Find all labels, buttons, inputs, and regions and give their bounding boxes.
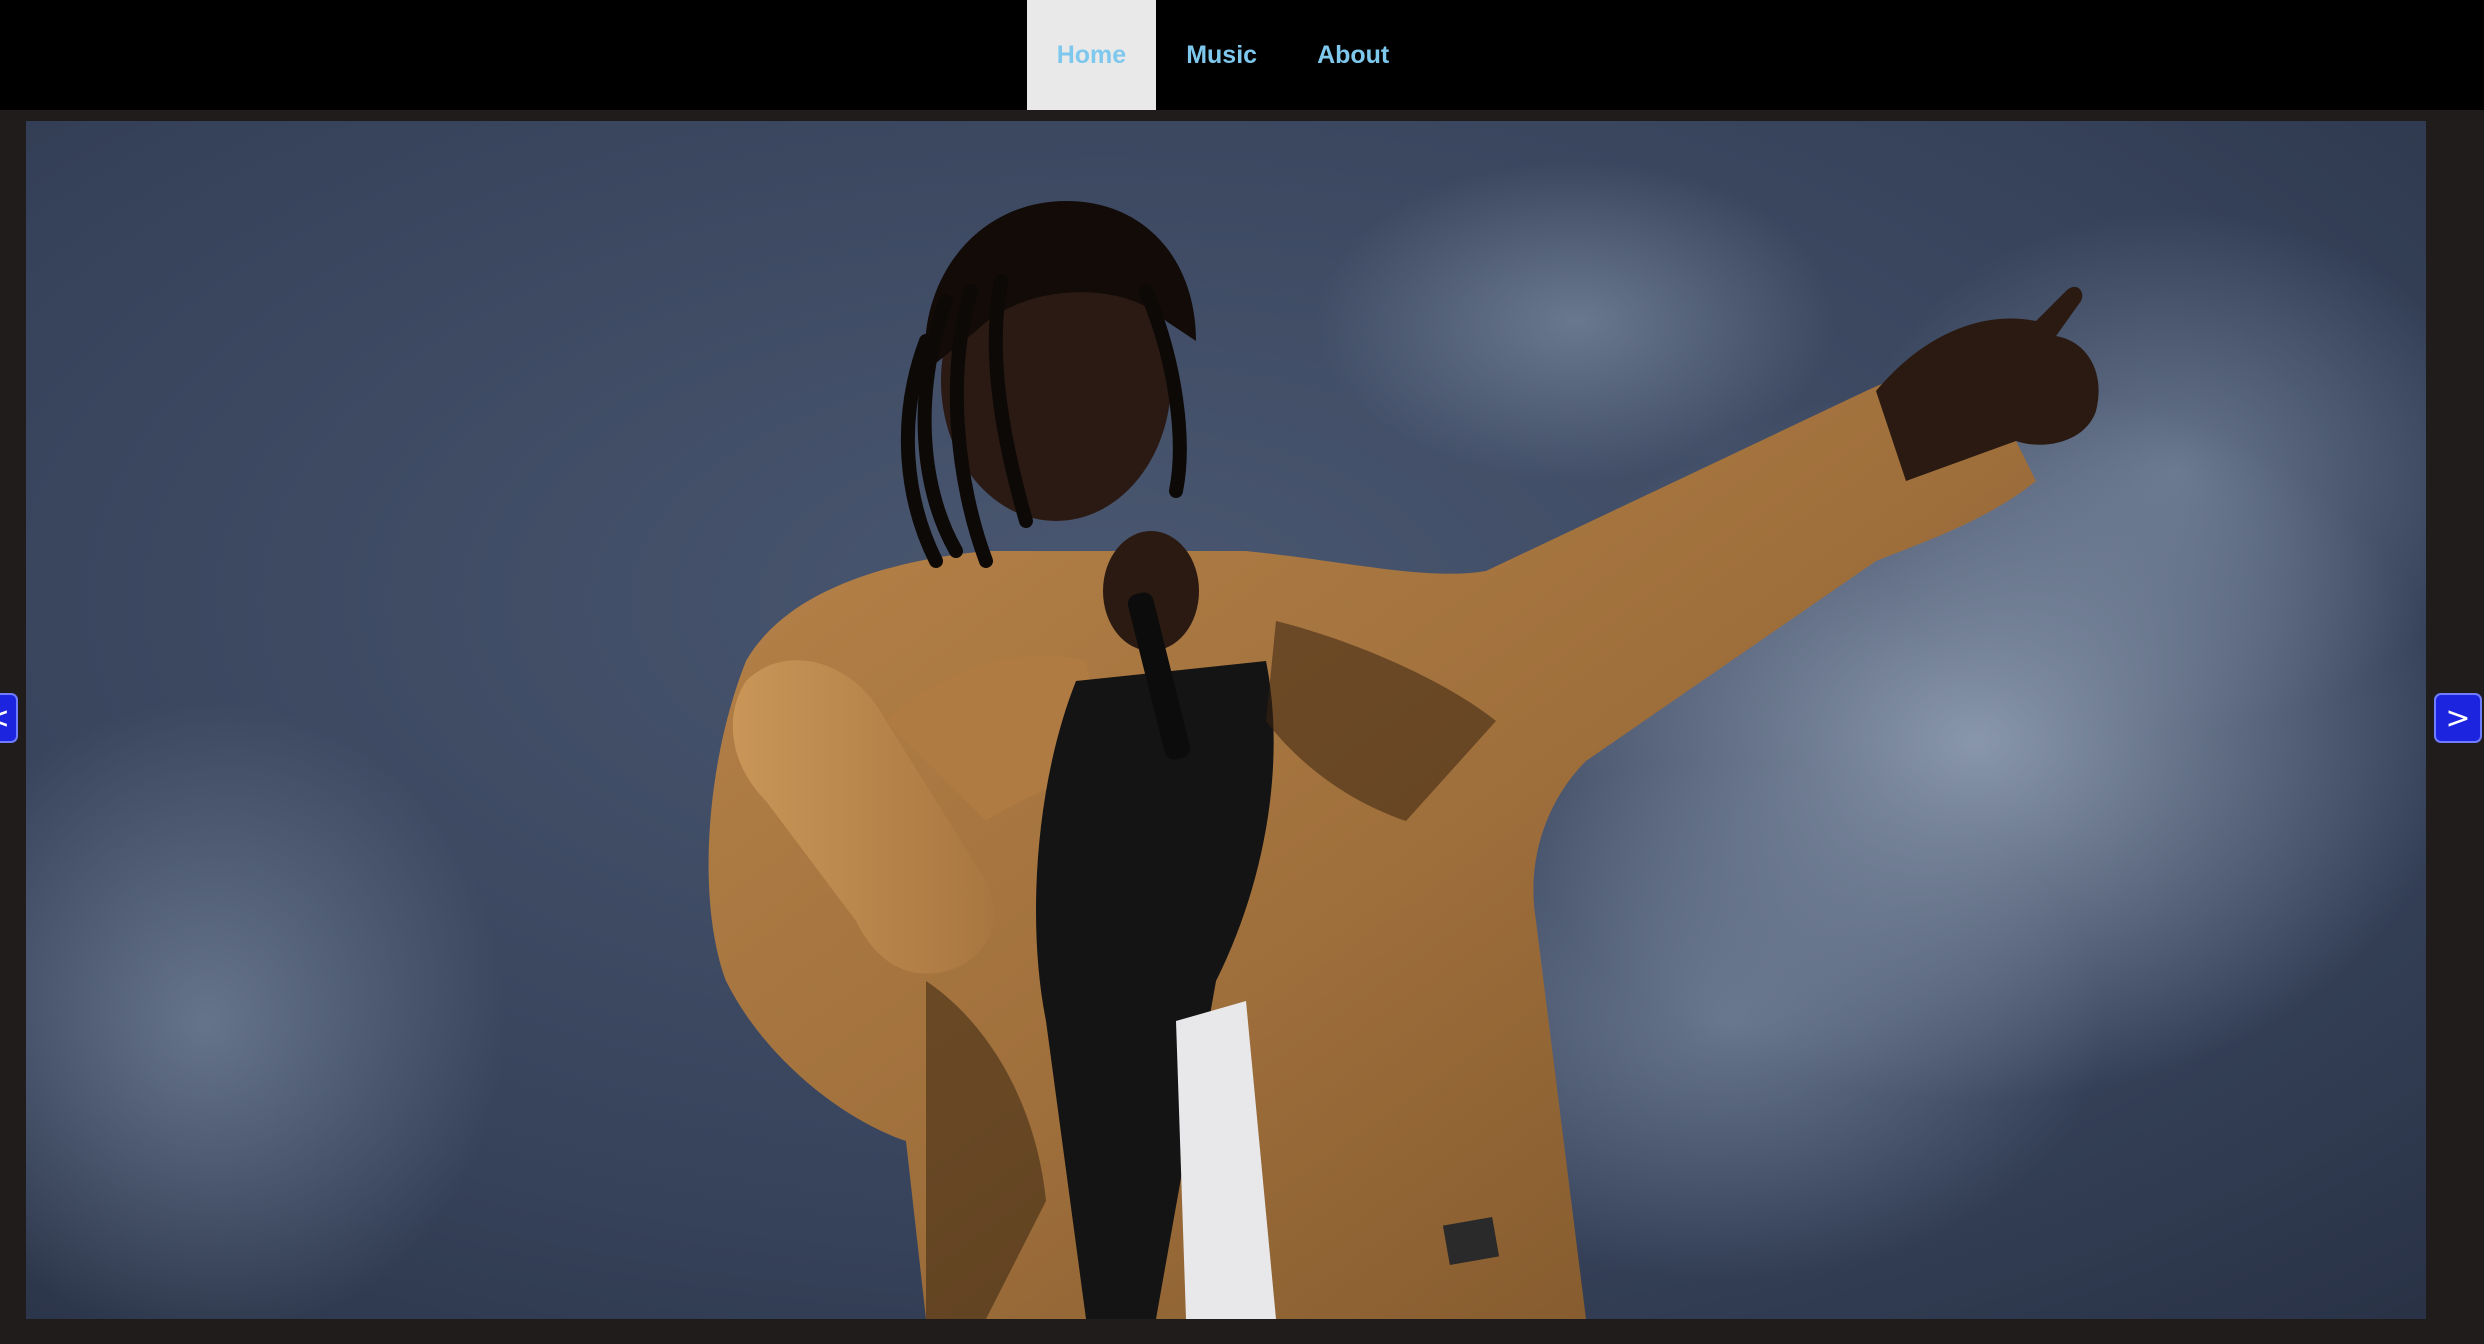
slideshow-next-button[interactable]: > <box>2434 693 2482 743</box>
nav-menu: Home Music About <box>1026 0 1420 110</box>
nav-home-link[interactable]: Home <box>1026 0 1157 110</box>
slideshow-prev-button[interactable]: < <box>0 693 18 743</box>
top-navbar: Home Music About <box>0 0 2484 110</box>
hero-image <box>26 121 2426 1319</box>
nav-about-link[interactable]: About <box>1287 0 1419 110</box>
hero-slideshow <box>26 121 2426 1319</box>
nav-music-link[interactable]: Music <box>1156 0 1287 110</box>
